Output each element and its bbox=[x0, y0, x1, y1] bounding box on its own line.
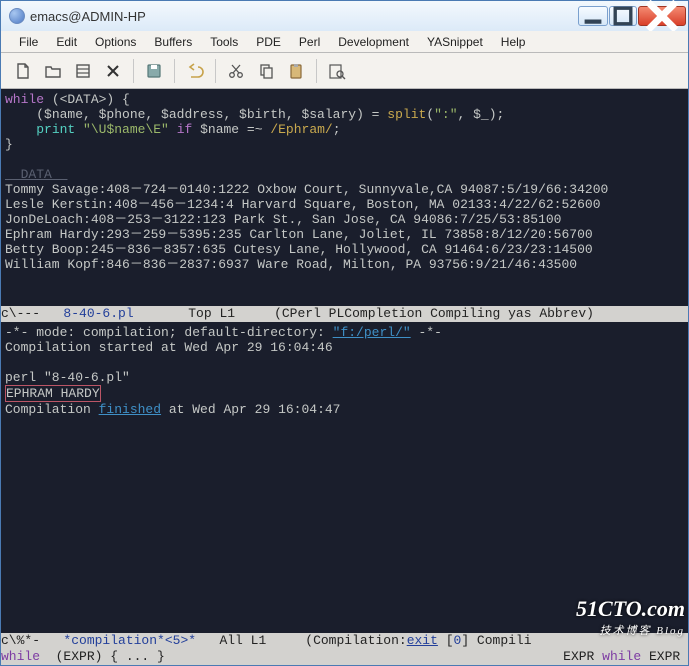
emacs-window: emacs@ADMIN-HP File Edit Options Buffers… bbox=[0, 0, 689, 666]
new-file-button[interactable] bbox=[9, 57, 37, 85]
menu-development[interactable]: Development bbox=[330, 33, 417, 51]
modeline-source[interactable]: c\--- 8-40-6.pl Top L1 (CPerl PLCompleti… bbox=[1, 306, 688, 322]
minimize-button[interactable] bbox=[578, 6, 608, 26]
dired-button[interactable] bbox=[69, 57, 97, 85]
menubar: File Edit Options Buffers Tools PDE Perl… bbox=[1, 31, 688, 53]
data-section-label: __DATA__ bbox=[5, 167, 67, 182]
compilation-buffer[interactable]: ‑*- mode: compilation; default-directory… bbox=[1, 322, 688, 633]
kill-buffer-button[interactable] bbox=[99, 57, 127, 85]
modeline-compilation[interactable]: c\%*- *compilation*<5>* All L1 (Compilat… bbox=[1, 633, 688, 649]
menu-perl[interactable]: Perl bbox=[291, 33, 328, 51]
output-highlight: EPHRAM HARDY bbox=[5, 385, 101, 402]
keyword: while bbox=[5, 92, 44, 107]
data-line: Tommy Savage:408－724－0140:1222 Oxbow Cou… bbox=[5, 182, 608, 197]
menu-file[interactable]: File bbox=[11, 33, 46, 51]
modeline-filename: 8-40-6.pl bbox=[63, 306, 133, 321]
save-button[interactable] bbox=[140, 57, 168, 85]
emacs-icon bbox=[9, 8, 25, 24]
menu-options[interactable]: Options bbox=[87, 33, 144, 51]
close-button[interactable] bbox=[638, 6, 686, 26]
modeline-buffername: *compilation*<5>* bbox=[63, 633, 196, 648]
titlebar[interactable]: emacs@ADMIN-HP bbox=[1, 1, 688, 31]
data-line: Lesle Kerstin:408－456－1234:4 Harvard Squ… bbox=[5, 197, 601, 212]
data-line: William Kopf:846－836－2837:6937 Ware Road… bbox=[5, 257, 577, 272]
menu-tools[interactable]: Tools bbox=[202, 33, 246, 51]
menu-pde[interactable]: PDE bbox=[248, 33, 289, 51]
toolbar-separator bbox=[133, 59, 134, 83]
cut-button[interactable] bbox=[222, 57, 250, 85]
toolbar-separator bbox=[174, 59, 175, 83]
data-line: Ephram Hardy:293－259－5395:235 Carlton La… bbox=[5, 227, 593, 242]
minibuffer[interactable]: while (EXPR) { ... }EXPR while EXPR bbox=[1, 649, 688, 665]
window-buttons bbox=[578, 6, 686, 26]
open-file-button[interactable] bbox=[39, 57, 67, 85]
menu-edit[interactable]: Edit bbox=[48, 33, 85, 51]
search-button[interactable] bbox=[323, 57, 351, 85]
menu-help[interactable]: Help bbox=[493, 33, 534, 51]
window-title: emacs@ADMIN-HP bbox=[30, 9, 578, 24]
data-line: JonDeLoach:408－253－3122:123 Park St., Sa… bbox=[5, 212, 562, 227]
data-line: Betty Boop:245－836－8357:635 Cutesy Lane,… bbox=[5, 242, 593, 257]
toolbar bbox=[1, 53, 688, 89]
copy-button[interactable] bbox=[252, 57, 280, 85]
toolbar-separator bbox=[316, 59, 317, 83]
paste-button[interactable] bbox=[282, 57, 310, 85]
source-buffer[interactable]: while (<DATA>) { ($name, $phone, $addres… bbox=[1, 89, 688, 306]
undo-button[interactable] bbox=[181, 57, 209, 85]
menu-buffers[interactable]: Buffers bbox=[146, 33, 200, 51]
menu-yasnippet[interactable]: YASnippet bbox=[419, 33, 491, 51]
finished-link[interactable]: finished bbox=[99, 402, 161, 417]
maximize-button[interactable] bbox=[609, 6, 637, 26]
compilation-directory-link[interactable]: "f:/perl/" bbox=[333, 325, 411, 340]
toolbar-separator bbox=[215, 59, 216, 83]
